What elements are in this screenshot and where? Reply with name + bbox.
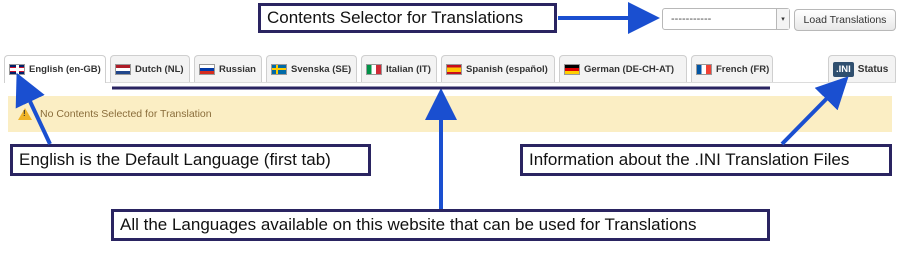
annotation-arrows — [15, 2, 849, 209]
arrow-to-english-tab — [15, 72, 52, 145]
arrow-to-status-tab — [780, 76, 849, 146]
